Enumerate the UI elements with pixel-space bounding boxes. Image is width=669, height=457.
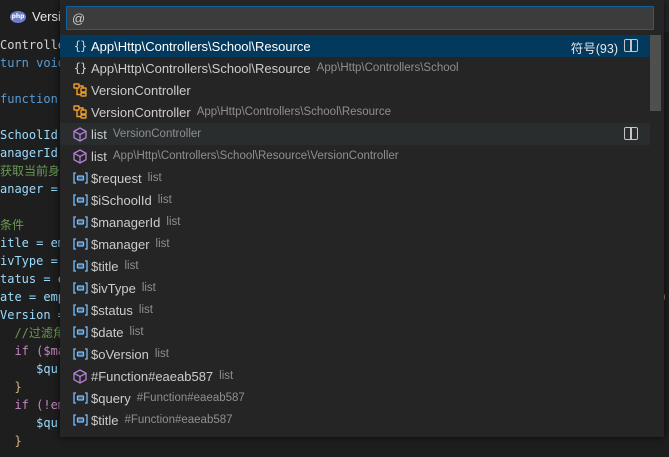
symbol-description: App\Http\Controllers\School bbox=[316, 62, 459, 74]
symbol-description: list bbox=[124, 260, 139, 272]
symbol-label: list bbox=[91, 126, 107, 142]
quick-open-widget: {} App\Http\Controllers\School\Resource 符号… bbox=[60, 0, 664, 437]
class-icon bbox=[72, 82, 88, 98]
symbol-description: list bbox=[155, 238, 170, 250]
symbol-description: list bbox=[166, 216, 181, 228]
variable-icon bbox=[72, 302, 88, 318]
namespace-icon: {} bbox=[73, 39, 87, 53]
symbol-description: list bbox=[219, 370, 234, 382]
variable-icon bbox=[72, 236, 88, 252]
symbol-description: list bbox=[157, 194, 172, 206]
symbol-list-item[interactable]: $iSchoolId list bbox=[60, 189, 650, 211]
symbol-description: list bbox=[154, 348, 169, 360]
method-icon bbox=[72, 368, 88, 384]
code-line: } bbox=[0, 380, 22, 394]
code-line: $qu bbox=[0, 416, 58, 430]
symbol-description: list bbox=[147, 172, 162, 184]
symbol-list-item[interactable]: VersionController App\Http\Controllers\Sc… bbox=[60, 101, 650, 123]
symbol-description: list bbox=[141, 282, 156, 294]
method-icon bbox=[72, 148, 88, 164]
symbol-list-item[interactable]: {} App\Http\Controllers\School\Resource Ap… bbox=[60, 57, 650, 79]
symbol-list-item[interactable]: list App\Http\Controllers\School\Resource… bbox=[60, 145, 650, 167]
code-line: turn void bbox=[0, 56, 66, 70]
symbol-label: $request bbox=[91, 170, 142, 186]
symbol-description: #Function#eaeab587 bbox=[124, 414, 233, 426]
symbol-list-item[interactable]: #Function#eaeab587 list bbox=[60, 365, 650, 387]
symbol-label: list bbox=[91, 148, 107, 164]
variable-icon bbox=[72, 324, 88, 340]
symbol-label: #Function#eaeab587 bbox=[91, 368, 214, 384]
code-line: itle = em bbox=[0, 236, 66, 250]
symbol-list-item[interactable]: $oVersion list bbox=[60, 343, 650, 365]
code-line: $qu bbox=[0, 362, 58, 376]
variable-icon bbox=[72, 412, 88, 428]
symbol-list-item[interactable]: VersionController bbox=[60, 79, 650, 101]
symbol-list-item[interactable]: $request list bbox=[60, 167, 650, 189]
code-line: anager = bbox=[0, 182, 58, 196]
symbol-description: list bbox=[138, 304, 153, 316]
php-file-icon: php bbox=[10, 10, 26, 23]
code-line: anagerId bbox=[0, 146, 58, 160]
variable-icon bbox=[72, 346, 88, 362]
variable-icon bbox=[72, 170, 88, 186]
tab-label: Versi bbox=[32, 9, 61, 24]
symbol-label: App\Http\Controllers\School\Resource bbox=[91, 38, 311, 54]
code-line: Version = bbox=[0, 308, 66, 322]
symbol-label: $iSchoolId bbox=[91, 192, 152, 208]
symbol-label: $title bbox=[91, 258, 119, 274]
namespace-icon: {} bbox=[73, 61, 87, 75]
symbol-list-item[interactable]: $title #Function#eaeab587 bbox=[60, 409, 650, 431]
symbol-list-item[interactable]: $date list bbox=[60, 321, 650, 343]
open-to-side-icon[interactable] bbox=[624, 127, 638, 140]
symbol-label: VersionController bbox=[91, 104, 191, 120]
quick-open-input[interactable] bbox=[67, 7, 653, 29]
symbol-label: $status bbox=[91, 302, 133, 318]
symbol-label: $managerId bbox=[91, 214, 161, 230]
variable-icon bbox=[72, 390, 88, 406]
class-icon bbox=[72, 104, 88, 120]
symbol-label: App\Http\Controllers\School\Resource bbox=[91, 60, 311, 76]
symbol-list-item[interactable]: $title list bbox=[60, 255, 650, 277]
code-line: function bbox=[0, 92, 58, 106]
code-line: ate = emp bbox=[0, 290, 66, 304]
symbol-label: VersionController bbox=[91, 82, 191, 98]
open-to-side-icon[interactable] bbox=[624, 39, 638, 52]
symbol-description: VersionController bbox=[112, 128, 202, 140]
code-line: if (!em bbox=[0, 398, 66, 412]
symbol-label: $date bbox=[91, 324, 124, 340]
code-line: tatus = e bbox=[0, 272, 66, 286]
symbol-label: $title bbox=[91, 412, 119, 428]
symbol-list-item[interactable]: $managerId list bbox=[60, 211, 650, 233]
scrollbar-thumb[interactable] bbox=[650, 35, 661, 111]
symbol-list-item[interactable]: {} App\Http\Controllers\School\Resource 符号… bbox=[60, 35, 650, 57]
symbol-list-item[interactable]: $manager list bbox=[60, 233, 650, 255]
symbol-label: $manager bbox=[91, 236, 150, 252]
symbol-list-item[interactable]: $ivType list bbox=[60, 277, 650, 299]
symbol-label: $oVersion bbox=[91, 346, 149, 362]
symbol-label: $query bbox=[91, 390, 131, 406]
quick-open-input-box bbox=[66, 6, 654, 30]
code-line: SchoolId bbox=[0, 128, 58, 142]
symbol-description: App\Http\Controllers\School\Resource bbox=[196, 106, 392, 118]
symbol-description: list bbox=[129, 326, 144, 338]
symbol-list: {} App\Http\Controllers\School\Resource 符号… bbox=[60, 35, 650, 431]
symbol-description: #Function#eaeab587 bbox=[136, 392, 245, 404]
symbol-label: $ivType bbox=[91, 280, 136, 296]
variable-icon bbox=[72, 192, 88, 208]
symbol-list-item[interactable]: $query #Function#eaeab587 bbox=[60, 387, 650, 409]
method-icon bbox=[72, 126, 88, 142]
variable-icon bbox=[72, 258, 88, 274]
code-line: } bbox=[0, 434, 22, 448]
symbol-description: App\Http\Controllers\School\Resource\Ver… bbox=[112, 150, 399, 162]
code-line: 条件 bbox=[0, 218, 25, 232]
code-line: if ($ma bbox=[0, 344, 66, 358]
symbol-list-item[interactable]: $status list bbox=[60, 299, 650, 321]
variable-icon bbox=[72, 280, 88, 296]
variable-icon bbox=[72, 214, 88, 230]
code-line: //过滤角 bbox=[0, 326, 65, 340]
symbol-count-label: 符号(93) bbox=[570, 42, 618, 56]
symbol-list-item[interactable]: list VersionController bbox=[60, 123, 650, 145]
